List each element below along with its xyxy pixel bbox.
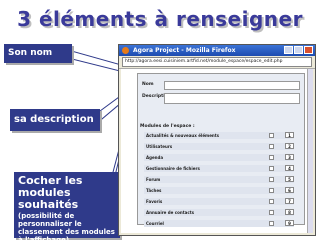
module-checkbox[interactable] (269, 210, 274, 215)
firefox-icon (122, 47, 129, 54)
name-label: Nom (142, 82, 154, 87)
space-edit-form: Nom Description Modules de l'espace : Ac… (137, 73, 305, 227)
module-order-select[interactable]: 8 (285, 209, 294, 215)
minimize-button[interactable] (284, 46, 293, 54)
close-button[interactable] (304, 46, 313, 54)
module-row: Favoris 7 (144, 198, 294, 205)
callout-modules-note: (possibilité de personnaliser le classem… (18, 212, 115, 244)
module-name: Courriel (146, 221, 164, 226)
module-row: Forum 5 (144, 176, 294, 183)
module-name: Tâches (146, 188, 162, 193)
module-checkbox[interactable] (269, 221, 274, 226)
module-order-select[interactable]: 2 (285, 143, 294, 149)
module-name: Forum (146, 177, 161, 182)
module-name: Gestionnaire de fichiers (146, 166, 200, 171)
module-order-select[interactable]: 9 (285, 220, 294, 226)
module-checkbox[interactable] (269, 144, 274, 149)
module-checkbox[interactable] (269, 188, 274, 193)
module-row: Actualités & nouveaux éléments 1 (144, 132, 294, 139)
callout-description: sa description (10, 109, 100, 131)
slide-title: 3 éléments à renseigner (17, 7, 303, 31)
window-controls (284, 46, 313, 54)
page-content: Nom Description Modules de l'espace : Ac… (121, 69, 313, 233)
module-checkbox[interactable] (269, 155, 274, 160)
description-input[interactable] (164, 93, 300, 104)
module-row: Utilisateurs 2 (144, 143, 294, 150)
module-name: Favoris (146, 199, 163, 204)
url-field[interactable]: http://agora.eesi.cuisiniem.artfid.net/m… (122, 57, 312, 67)
module-row: Courriel 9 (144, 220, 294, 227)
module-order-select[interactable]: 6 (285, 187, 294, 193)
address-bar: http://agora.eesi.cuisiniem.artfid.net/m… (119, 56, 315, 69)
module-checkbox[interactable] (269, 199, 274, 204)
module-order-select[interactable]: 4 (285, 165, 294, 171)
window-titlebar[interactable]: Agora Project - Mozilla Firefox (119, 45, 315, 56)
module-checkbox[interactable] (269, 177, 274, 182)
module-name: Agenda (146, 155, 164, 160)
module-row: Annuaire de contacts 8 (144, 209, 294, 216)
callout-modules: Cocher les modules souhaités (possibilit… (14, 172, 120, 244)
module-row: Gestionnaire de fichiers 4 (144, 165, 294, 172)
maximize-button[interactable] (294, 46, 303, 54)
module-order-select[interactable]: 3 (285, 154, 294, 160)
name-input[interactable] (164, 81, 300, 90)
module-checkbox[interactable] (269, 133, 274, 138)
module-row: Tâches 6 (144, 187, 294, 194)
module-name: Actualités & nouveaux éléments (146, 133, 220, 138)
module-row: Agenda 3 (144, 154, 294, 161)
module-order-select[interactable]: 1 (285, 132, 294, 138)
callout-name: Son nom (4, 44, 72, 63)
module-checkbox[interactable] (269, 166, 274, 171)
browser-window: Agora Project - Mozilla Firefox http://a… (118, 44, 316, 236)
module-name: Annuaire de contacts (146, 210, 194, 215)
scrollbar[interactable] (307, 69, 313, 233)
module-name: Utilisateurs (146, 144, 173, 149)
window-title: Agora Project - Mozilla Firefox (133, 47, 236, 54)
modules-title: Modules de l'espace : (140, 124, 195, 129)
module-order-select[interactable]: 5 (285, 176, 294, 182)
module-order-select[interactable]: 7 (285, 198, 294, 204)
callout-modules-main: Cocher les modules souhaités (18, 174, 83, 211)
